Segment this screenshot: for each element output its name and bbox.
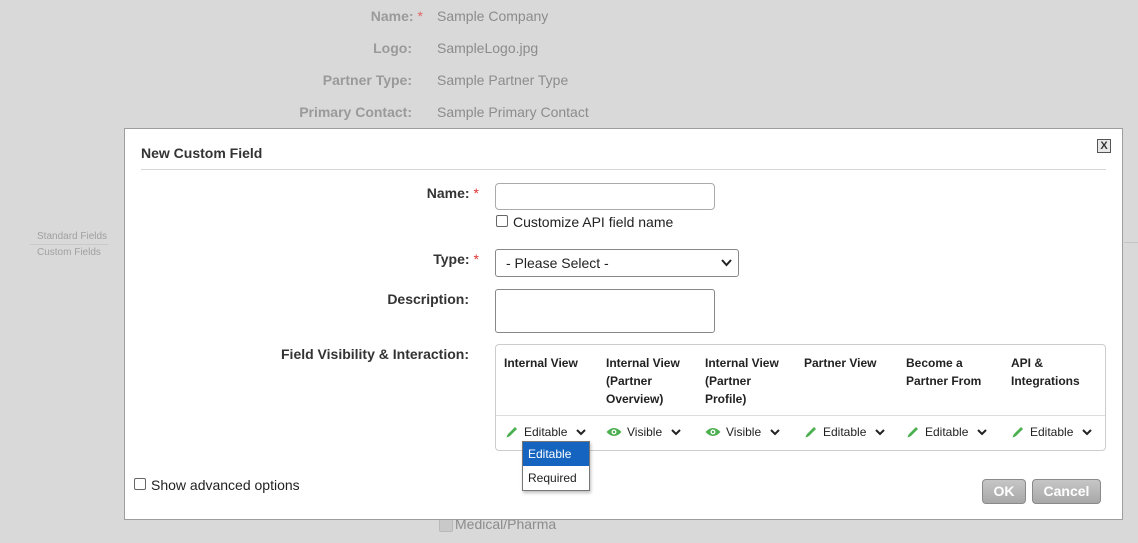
show-advanced-checkbox[interactable] (134, 478, 146, 490)
chevron-down-icon (1082, 429, 1093, 436)
show-advanced-label: Show advanced options (151, 477, 300, 493)
eye-icon (705, 428, 721, 436)
required-star: * (473, 251, 479, 267)
required-star: * (417, 8, 423, 24)
chevron-down-icon (770, 429, 780, 436)
visibility-table: Internal View Internal View (Partner Ove… (495, 344, 1106, 451)
become-partner-value: Editable (925, 425, 969, 439)
type-field-label: Type: * (433, 251, 479, 267)
description-textarea[interactable] (495, 289, 715, 333)
eye-icon (606, 428, 622, 436)
sidebar-item-custom-fields[interactable]: Custom Fields (37, 247, 101, 258)
bg-partner-type-label: Partner Type: (322, 72, 412, 88)
type-selected-value: - Please Select - (506, 255, 609, 271)
customize-api-checkbox[interactable] (496, 215, 508, 227)
title-divider (141, 169, 1106, 170)
pencil-icon (907, 427, 918, 438)
name-input[interactable] (495, 183, 715, 210)
visibility-field-label: Field Visibility & Interaction: (281, 346, 469, 362)
bg-primary-contact-value: Sample Primary Contact (437, 104, 589, 120)
partner-view-value: Editable (823, 425, 867, 439)
bg-partner-type-value: Sample Partner Type (437, 72, 569, 88)
chevron-down-icon (977, 429, 988, 436)
name-field-label: Name: * (427, 185, 479, 201)
column-header-internal-view: Internal View (504, 356, 578, 370)
dialog-title: New Custom Field (141, 145, 263, 161)
pencil-icon (1012, 427, 1023, 438)
internal-view-options-menu: Editable Required (522, 441, 590, 491)
ok-button[interactable]: OK (982, 479, 1026, 504)
type-select[interactable]: - Please Select - (495, 249, 739, 277)
cancel-button[interactable]: Cancel (1032, 479, 1101, 504)
internal-partner-profile-value: Visible (726, 425, 762, 439)
table-divider (496, 415, 1105, 416)
internal-partner-profile-dropdown[interactable]: Visible (705, 425, 780, 439)
chevron-down-icon (721, 250, 732, 285)
bg-divider (1124, 242, 1138, 243)
column-header-internal-partner-profile: Internal View (Partner Profile) (705, 356, 779, 406)
partner-view-dropdown[interactable]: Editable (804, 425, 886, 439)
chevron-down-icon (671, 429, 681, 436)
column-header-become-partner: Become a Partner From (906, 356, 982, 388)
become-partner-dropdown[interactable]: Editable (906, 425, 988, 439)
bg-name-label: Name: (370, 8, 414, 24)
pencil-icon (506, 427, 517, 438)
internal-partner-overview-value: Visible (627, 425, 663, 439)
chevron-down-icon (875, 429, 886, 436)
api-integrations-dropdown[interactable]: Editable (1011, 425, 1093, 439)
internal-partner-overview-dropdown[interactable]: Visible (606, 425, 681, 439)
internal-view-dropdown[interactable]: Editable (505, 425, 587, 439)
internal-view-value: Editable (524, 425, 568, 439)
sidebar-divider (30, 244, 108, 245)
close-button[interactable]: X (1097, 139, 1111, 153)
option-editable[interactable]: Editable (523, 442, 589, 466)
bg-name-value: Sample Company (437, 8, 549, 24)
pencil-icon (805, 427, 816, 438)
column-header-partner-view: Partner View (804, 356, 877, 370)
description-field-label: Description: (387, 291, 469, 307)
chevron-down-icon (576, 429, 587, 436)
bg-primary-contact-label: Primary Contact: (299, 104, 412, 120)
name-label-text: Name: (426, 185, 470, 201)
type-label-text: Type: (433, 251, 470, 267)
column-header-api-integrations: API & Integrations (1011, 356, 1080, 388)
required-star: * (473, 185, 479, 201)
option-required[interactable]: Required (523, 466, 589, 490)
api-integrations-value: Editable (1030, 425, 1074, 439)
customize-api-label: Customize API field name (513, 214, 674, 230)
column-header-internal-partner-overview: Internal View (Partner Overview) (606, 356, 680, 406)
bg-logo-label: Logo: (373, 40, 412, 56)
sidebar-item-standard-fields[interactable]: Standard Fields (37, 231, 107, 242)
bg-logo-value: SampleLogo.jpg (437, 40, 539, 56)
medical-pharma-checkbox[interactable] (439, 518, 453, 532)
